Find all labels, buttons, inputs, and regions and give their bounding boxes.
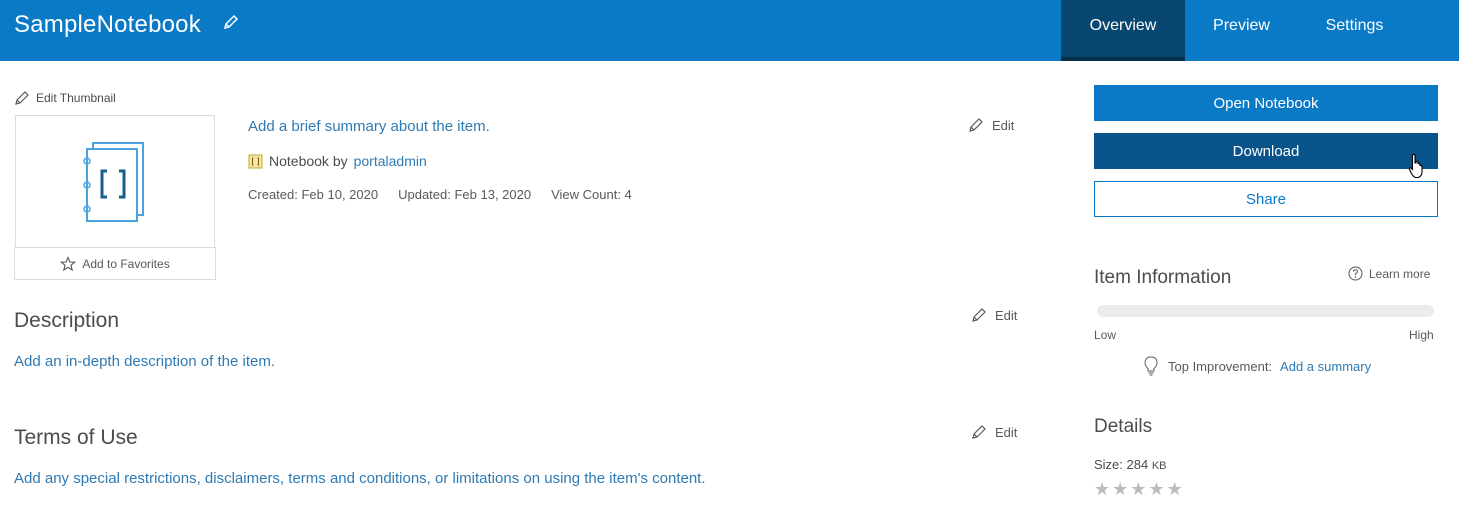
details-heading: Details (1094, 416, 1153, 437)
item-thumbnail (15, 115, 215, 248)
pencil-icon (972, 425, 986, 439)
add-to-favorites-button[interactable]: Add to Favorites (14, 247, 216, 280)
rating-stars: ★ ★ ★ ★ ★ (1094, 479, 1183, 499)
item-type-label: Notebook by (269, 153, 348, 169)
edit-thumbnail-link[interactable]: Edit Thumbnail (14, 90, 116, 106)
hand-cursor-icon (1408, 153, 1423, 179)
download-button[interactable]: Download (1094, 133, 1438, 169)
size-value: Size: 284 (1094, 457, 1149, 472)
download-label: Download (1232, 142, 1300, 160)
rating-star-4-icon[interactable]: ★ (1148, 479, 1164, 499)
notebook-type-icon (248, 154, 263, 168)
star-outline-icon (60, 255, 77, 271)
updated-date: Updated: Feb 13, 2020 (398, 187, 532, 202)
help-circle-icon (1348, 266, 1363, 281)
item-information-meter (1097, 305, 1434, 317)
lightbulb-icon (1144, 356, 1158, 376)
item-tabs: Overview Preview Settings (1061, 0, 1459, 61)
edit-summary-label: Edit (992, 117, 1015, 133)
size-unit: KB (1151, 460, 1167, 472)
notebook-icon (83, 142, 144, 222)
learn-more-link[interactable]: Learn more (1348, 266, 1430, 281)
rating-star-1-icon[interactable]: ★ (1094, 479, 1110, 499)
edit-description-label: Edit (995, 307, 1018, 323)
tab-settings[interactable]: Settings (1298, 0, 1411, 61)
add-terms-link[interactable]: Add any special restrictions, disclaimer… (14, 470, 706, 487)
share-button[interactable]: Share (1094, 181, 1438, 217)
top-improvement: Top Improvement: Add a summary (1142, 355, 1371, 377)
open-notebook-button[interactable]: Open Notebook (1094, 85, 1438, 121)
add-description-link[interactable]: Add an in-depth description of the item. (14, 353, 275, 370)
edit-title-pencil-icon[interactable] (221, 13, 241, 33)
add-to-favorites-label: Add to Favorites (82, 256, 170, 271)
terms-heading: Terms of Use (14, 426, 138, 449)
tab-overview[interactable]: Overview (1061, 0, 1185, 61)
edit-terms-label: Edit (995, 424, 1018, 440)
share-label: Share (1245, 190, 1287, 208)
item-meta: Created: Feb 10, 2020 Updated: Feb 13, 2… (248, 187, 632, 202)
edit-description-button[interactable]: Edit (971, 307, 1017, 323)
rating-star-5-icon[interactable]: ★ (1167, 479, 1183, 499)
created-date: Created: Feb 10, 2020 (248, 187, 379, 202)
item-title: SampleNotebook (14, 11, 201, 38)
meter-high-label: High (1409, 328, 1434, 342)
tab-preview[interactable]: Preview (1185, 0, 1298, 61)
open-notebook-label: Open Notebook (1213, 94, 1319, 112)
edit-thumbnail-label: Edit Thumbnail (36, 91, 116, 105)
owner-link[interactable]: portaladmin (354, 153, 427, 169)
description-heading: Description (14, 309, 120, 332)
edit-summary-button[interactable]: Edit (968, 117, 1014, 133)
learn-more-label: Learn more (1369, 266, 1431, 281)
add-summary-link[interactable]: Add a brief summary about the item. (248, 118, 490, 135)
rating-star-3-icon[interactable]: ★ (1130, 479, 1146, 499)
item-header: SampleNotebook Overview Preview Settings (0, 0, 1459, 61)
tabs-spacer (1411, 0, 1459, 61)
add-summary-suggestion-link[interactable]: Add a summary (1280, 359, 1371, 374)
edit-terms-button[interactable]: Edit (971, 424, 1017, 440)
tab-preview-label: Preview (1213, 17, 1270, 34)
item-size: Size: 284 KB (1094, 457, 1167, 472)
item-information-heading: Item Information (1094, 267, 1232, 288)
pencil-icon (969, 118, 983, 132)
item-type-line: Notebook by portaladmin (248, 153, 427, 169)
pencil-icon (15, 91, 29, 105)
top-improvement-label: Top Improvement: (1168, 358, 1273, 374)
meter-low-label: Low (1094, 328, 1117, 342)
pencil-icon (972, 308, 986, 322)
tab-overview-label: Overview (1089, 17, 1157, 34)
tab-settings-label: Settings (1325, 17, 1384, 34)
view-count: View Count: 4 (551, 187, 632, 202)
rating-star-2-icon[interactable]: ★ (1112, 479, 1128, 499)
